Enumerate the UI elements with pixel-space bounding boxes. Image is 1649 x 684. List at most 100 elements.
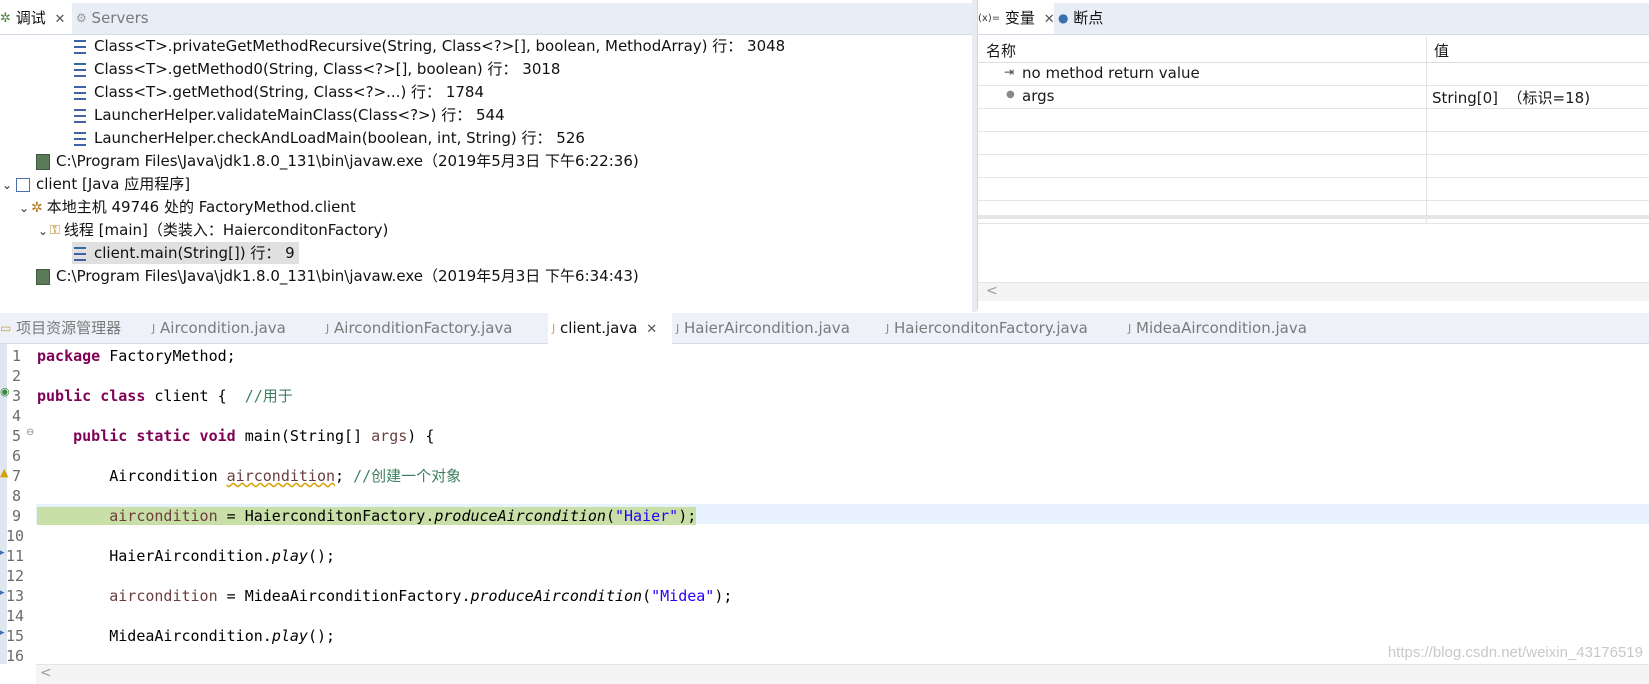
variable-row[interactable]: ● args String[0] （标识=18) xyxy=(978,86,1649,109)
launch-node[interactable]: ⌄ client [Java 应用程序] xyxy=(0,173,190,195)
java-file-icon: J xyxy=(886,322,890,335)
stack-frame-icon xyxy=(74,62,86,77)
breakpoints-icon: ● xyxy=(1058,11,1069,25)
tab-client[interactable]: J client.java ✕ xyxy=(548,313,672,344)
code-line[interactable]: Aircondition aircondition; //创建一个对象 xyxy=(37,466,461,486)
process-node[interactable]: C:\Program Files\Java\jdk1.8.0_131\bin\j… xyxy=(36,150,639,172)
line-number: 15 xyxy=(6,627,25,645)
variable-name: no method return value xyxy=(1022,64,1200,82)
string: "Haier" xyxy=(615,507,679,525)
comment: //用于 xyxy=(244,387,293,405)
stack-frame[interactable]: LauncherHelper.checkAndLoadMain(boolean,… xyxy=(74,127,585,149)
stack-frame[interactable]: Class<T>.getMethod(String, Class<?>...) … xyxy=(74,81,484,103)
line-number: 2 xyxy=(12,367,22,385)
close-icon[interactable]: ✕ xyxy=(646,322,657,337)
variable-row[interactable]: ⇥ no method return value xyxy=(978,63,1649,86)
editor-tabbar: ▭ 项目资源管理器 J Aircondition.java J Aircondi… xyxy=(0,313,1649,344)
scroll-left-icon[interactable]: < xyxy=(986,283,998,299)
tab-aircondition[interactable]: J Aircondition.java xyxy=(152,313,312,344)
code-line[interactable]: package FactoryMethod; xyxy=(37,346,236,366)
code-line[interactable]: MideaAircondition.play(); xyxy=(37,626,335,646)
tab-airconditionfactory[interactable]: J AirconditionFactory.java xyxy=(326,313,536,344)
code-text: ; xyxy=(335,467,354,485)
stack-frame-icon xyxy=(74,131,86,146)
chevron-down-icon[interactable]: ⌄ xyxy=(0,174,14,196)
process-node[interactable]: C:\Program Files\Java\jdk1.8.0_131\bin\j… xyxy=(36,265,639,287)
code-text: FactoryMethod; xyxy=(100,347,236,365)
debug-step-marker-icon: ▸ xyxy=(0,548,5,558)
close-icon[interactable]: ✕ xyxy=(1044,12,1055,27)
stack-frame-icon xyxy=(74,85,86,100)
keyword: public class xyxy=(37,387,146,405)
column-separator[interactable] xyxy=(1426,36,1427,62)
chevron-down-icon[interactable]: ⌄ xyxy=(36,220,50,242)
code-line[interactable]: public static void main(String[] args) { xyxy=(37,426,434,446)
scroll-left-icon[interactable]: < xyxy=(40,665,52,681)
code-text: = HaierconditonFactory. xyxy=(217,507,435,525)
stack-frame-selected[interactable]: client.main(String[]) 行： 9 xyxy=(72,242,299,264)
tab-haierconditonfactory[interactable]: J HaierconditonFactory.java xyxy=(886,313,1116,344)
tab-servers[interactable]: ⚙ Servers xyxy=(76,3,166,34)
line-number: 6 xyxy=(12,447,22,465)
line-number: 11 xyxy=(6,547,25,565)
debug-icon: ✲ xyxy=(0,11,11,26)
code-text: ) { xyxy=(407,427,435,445)
servers-icon: ⚙ xyxy=(76,11,87,25)
tab-breakpoints[interactable]: ● 断点 xyxy=(1058,3,1138,34)
tab-mideaaircondition[interactable]: J MideaAircondition.java xyxy=(1128,313,1338,344)
current-statement-highlight: aircondition = HaierconditonFactory.prod… xyxy=(37,507,697,525)
close-icon[interactable]: ✕ xyxy=(54,12,65,27)
return-value-icon: ⇥ xyxy=(1004,65,1015,79)
code-line[interactable]: public class client { //用于 xyxy=(37,386,293,406)
column-separator xyxy=(1426,155,1427,177)
column-separator xyxy=(1426,109,1427,131)
code-text: (); xyxy=(307,627,336,645)
code-text: ( xyxy=(642,587,652,605)
string: "Midea" xyxy=(651,587,715,605)
tab-haieraircondition[interactable]: J HaierAircondition.java xyxy=(676,313,876,344)
variable: aircondition xyxy=(226,467,336,485)
tab-debug[interactable]: ✲ 调试 ✕ xyxy=(0,3,72,34)
java-file-icon: J xyxy=(1128,322,1132,335)
debug-target-node[interactable]: ⌄ ✲ 本地主机 49746 处的 FactoryMethod.client xyxy=(17,196,356,218)
editor-hscrollbar[interactable]: < xyxy=(36,664,1649,684)
variable: aircondition xyxy=(109,507,218,525)
line-number: 1 xyxy=(12,347,22,365)
variables-tabbar: (x)= 变量 ✕ ● 断点 xyxy=(978,3,1649,35)
code-line-current[interactable]: aircondition = HaierconditonFactory.prod… xyxy=(37,506,697,526)
comment: //创建一个对象 xyxy=(353,467,462,485)
variables-icon: (x)= xyxy=(978,13,1001,24)
line-number: 8 xyxy=(12,487,22,505)
folder-icon: ▭ xyxy=(0,321,12,335)
code-line[interactable]: HaierAircondition.play(); xyxy=(37,546,335,566)
debug-step-marker-icon: ▸ xyxy=(0,628,5,638)
variables-hscrollbar[interactable]: < xyxy=(978,282,1649,301)
code-line[interactable]: aircondition = MideaAirconditionFactory.… xyxy=(37,586,732,606)
variables-table: 名称 值 ⇥ no method return value ● args Str… xyxy=(978,34,1649,224)
method: produceAircondition xyxy=(470,587,643,605)
code-text: = MideaAirconditionFactory. xyxy=(217,587,471,605)
debug-step-marker-icon: ▸ xyxy=(0,588,5,598)
line-number: 10 xyxy=(6,527,25,545)
stack-frame-icon xyxy=(74,108,86,123)
line-number: 14 xyxy=(6,607,25,625)
line-number: 4 xyxy=(12,407,22,425)
variable-row-empty xyxy=(978,109,1649,132)
tab-project-explorer[interactable]: ▭ 项目资源管理器 xyxy=(0,313,140,344)
tab-variables[interactable]: (x)= 变量 ✕ xyxy=(978,3,1055,34)
stack-frame[interactable]: Class<T>.privateGetMethodRecursive(Strin… xyxy=(74,35,785,57)
java-file-icon: J xyxy=(552,322,556,335)
thread-node[interactable]: ⌄ ⚿ 线程 [main]（类装入：HaierconditonFactory) xyxy=(36,219,388,241)
stack-frame[interactable]: LauncherHelper.validateMainClass(Class<?… xyxy=(74,104,505,126)
local-variable-icon: ● xyxy=(1006,89,1015,100)
debug-panel: ✲ 调试 ✕ ⚙ Servers Class<T>.privateGetMeth… xyxy=(0,0,972,310)
breakpoint-icon[interactable]: ◉ xyxy=(0,385,10,398)
column-value-header[interactable]: 值 xyxy=(1434,40,1449,61)
stack-frame[interactable]: Class<T>.getMethod0(String, Class<?>[], … xyxy=(74,58,560,80)
column-name-header[interactable]: 名称 xyxy=(986,40,1016,61)
column-separator xyxy=(1426,178,1427,200)
variables-sash[interactable] xyxy=(978,215,1649,219)
chevron-down-icon[interactable]: ⌄ xyxy=(17,197,31,219)
line-number: 13 xyxy=(6,587,25,605)
line-number: 16 xyxy=(6,647,25,665)
